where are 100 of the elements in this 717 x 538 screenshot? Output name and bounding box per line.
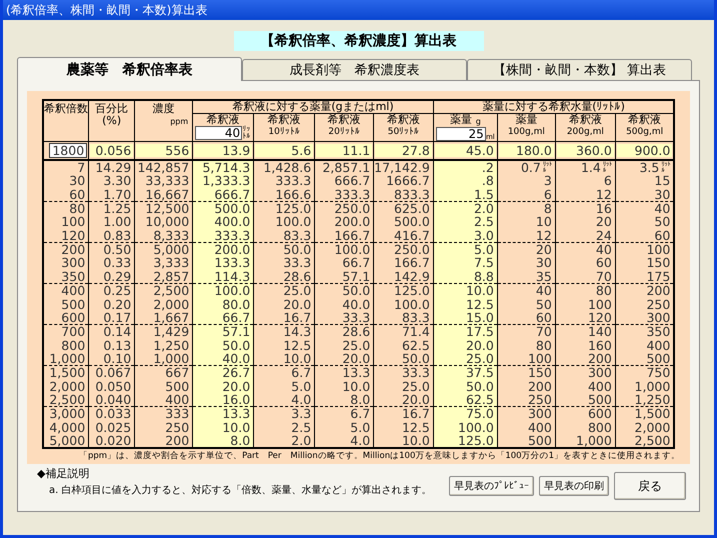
window-button[interactable]: 戻る: [614, 472, 686, 500]
table-cell-text: 4,000: [48, 420, 86, 434]
table-cell-text: 3,333: [152, 256, 190, 270]
table-cell-text: 5,714.3: [201, 161, 252, 174]
table-cell-text: 20.0: [221, 380, 252, 393]
banner-title: 【希釈倍率、希釈濃度】算出表: [234, 31, 484, 51]
table-cell-text: 175: [645, 270, 672, 283]
table-cell-text: 17,142.9: [374, 161, 431, 174]
input-field[interactable]: 25: [436, 127, 486, 141]
table-cell-text: 0.25: [102, 284, 132, 298]
table-cell-text: 600: [586, 407, 613, 420]
input-field[interactable]: 1800: [48, 143, 88, 158]
table-cell-text: 0.025: [94, 420, 132, 434]
table-cell-text: 500: [586, 393, 613, 406]
table-cell-text: 28.6: [341, 325, 372, 338]
table-cell-text: 60: [68, 188, 86, 201]
table-cell-text: 0.067: [94, 366, 132, 380]
tab[interactable]: 【株間・畝間・本数】 算出表: [467, 59, 692, 80]
table-cell-text: 8.8: [472, 270, 495, 283]
table-cell-text: 20: [534, 243, 553, 256]
table-cell: 3.5: [639, 161, 660, 174]
table-cell-text: 2,000: [48, 380, 86, 393]
table-cell-text: 200: [60, 243, 86, 256]
table-cell-text: 2.5: [472, 215, 495, 228]
table-cell-text: 0.13: [102, 338, 132, 352]
table-cell-text: 0.050: [94, 380, 132, 393]
table-cell-text: 166.7: [393, 256, 431, 270]
table-cell-text: 333.3: [213, 228, 252, 242]
table-cell-text: 0.040: [94, 393, 132, 406]
table-cell-text: 166.6: [274, 188, 312, 201]
table-cell-text: 100.0: [274, 215, 312, 228]
table-cell-text: 0.033: [94, 407, 132, 420]
table-cell-text: 17.5: [464, 325, 495, 338]
tab[interactable]: 成長剤等 希釈濃度表: [242, 59, 467, 80]
table-cell-text: 66.7: [221, 310, 252, 324]
table-cell-text: 400: [526, 420, 553, 434]
table-cell-text: 350: [60, 270, 86, 283]
table-cell-text: 80: [68, 202, 86, 215]
table-cell-text: 250.0: [393, 243, 431, 256]
table-cell-text: 666.7: [213, 188, 252, 201]
table-cell-text: 1,429: [152, 325, 190, 338]
window-title: (希釈倍率、株間・畝間・本数)算出表: [3, 0, 714, 20]
window-button[interactable]: 早見表の印刷: [539, 476, 609, 496]
table-cell-text: 20.0: [464, 338, 495, 352]
table-cell-text: 100.0: [393, 298, 431, 311]
column-unit: ppm: [169, 117, 190, 127]
table-cell-text: 40.0: [341, 298, 372, 311]
tab[interactable]: 農薬等 希釈倍率表: [17, 57, 242, 81]
table-cell-text: 250: [526, 393, 553, 406]
table-cell-text: 125.0: [274, 202, 312, 215]
table-cell-text: 5.0: [349, 420, 372, 434]
table-cell-text: 35: [534, 270, 553, 283]
table-cell-text: 200.0: [333, 215, 372, 228]
table-cell-text: 40: [594, 243, 613, 256]
table-cell-text: .2: [480, 161, 495, 174]
table-cell-text: 10: [534, 215, 553, 228]
window-button[interactable]: 早見表のﾌﾟﾚﾋﾞｭｰ: [449, 476, 534, 496]
table-cell-text: 12.5: [464, 298, 495, 311]
table-cell-text: 333.3: [333, 188, 372, 201]
table-cell-text: 1,333.3: [201, 174, 252, 188]
table-cell-text: 60: [594, 256, 613, 270]
table-cell-text: 2.0: [290, 434, 312, 448]
column-header: 希釈倍数: [44, 101, 88, 115]
table-cell-text: 1,000: [152, 352, 190, 366]
table-cell-text: 400: [586, 380, 613, 393]
table-cell-text: 6: [542, 188, 553, 201]
table-cell: 900.0: [616, 144, 672, 157]
table-cell-text: 125.0: [393, 284, 431, 298]
table-cell: 360.0: [556, 144, 614, 157]
table-cell-text: 0.20: [102, 298, 132, 311]
table-cell-text: 40: [534, 284, 553, 298]
input-field[interactable]: 40: [195, 126, 242, 140]
table-cell-text: 30: [534, 256, 553, 270]
table-cell-text: 10.0: [221, 420, 252, 434]
table-cell-text: 10.0: [400, 434, 431, 448]
table-cell-text: 100.0: [213, 284, 252, 298]
table-cell-text: 4.0: [290, 393, 312, 406]
table-cell-text: 8: [542, 202, 553, 215]
table-cell-text: 250.0: [333, 202, 372, 215]
table-cell-text: 62.5: [464, 393, 495, 406]
table-cell-text: 70: [534, 325, 553, 338]
table-cell-text: 80: [534, 338, 553, 352]
table-cell-text: 8.0: [349, 393, 372, 406]
table-cell-text: 100: [645, 243, 672, 256]
table-cell: 27.8: [375, 144, 432, 157]
table-cell-text: 2,857.1: [321, 161, 372, 174]
table-cell-text: 33.3: [400, 366, 431, 380]
table-cell-text: 5.0: [472, 243, 495, 256]
table-cell: 1.4: [580, 161, 601, 174]
table-cell-text: 166.7: [333, 228, 372, 242]
column-header: 濃度: [152, 101, 176, 115]
column-header: 薬量: [450, 114, 472, 126]
table-cell-text: 40.0: [221, 352, 252, 366]
table-cell-text: 500: [526, 434, 553, 448]
table-cell-text: 416.7: [393, 228, 431, 242]
table-cell-text: 5.0: [290, 380, 312, 393]
note-text: a. 白枠項目に値を入力すると、対応する「倍数、薬量、水量など」が算出されます。: [48, 484, 432, 498]
table-cell-text: 200: [164, 434, 190, 448]
column-header: 希釈液: [206, 114, 240, 126]
table-cell-text: 5,000: [48, 434, 86, 448]
